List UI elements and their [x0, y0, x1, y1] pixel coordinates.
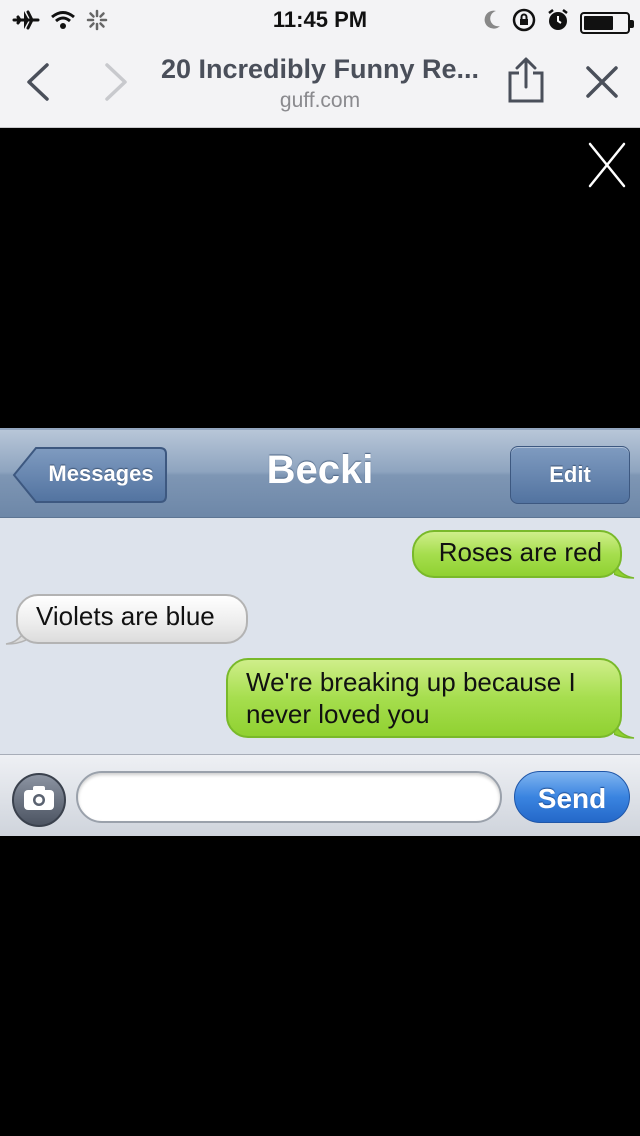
close-tab-button[interactable]	[580, 62, 624, 106]
forward-chevron-icon	[103, 62, 129, 107]
battery-level-fill	[584, 15, 614, 30]
page-title-area[interactable]: 20 Incredibly Funny Re... guff.com	[140, 54, 500, 113]
close-icon	[585, 65, 619, 104]
battery-icon	[580, 11, 634, 34]
message-text-field	[76, 771, 502, 823]
camera-icon	[23, 785, 55, 816]
share-button[interactable]	[504, 57, 548, 104]
viewer-close-button[interactable]	[584, 140, 630, 190]
back-chevron-icon	[25, 62, 51, 107]
send-button: Send	[514, 771, 630, 823]
imessage-nav-bar: Messages Becki Edit	[0, 428, 640, 518]
message-bubble-sent: Roses are red	[412, 530, 622, 578]
edit-button: Edit	[510, 446, 630, 504]
browser-chrome: 11:45 PM 20 Incredibly Funny Re... guff.…	[0, 0, 640, 128]
alarm-icon	[546, 8, 570, 37]
camera-button	[12, 773, 66, 827]
back-button[interactable]	[16, 62, 60, 106]
close-x-icon	[584, 142, 630, 194]
share-icon	[506, 57, 546, 108]
message-bubble-received: Violets are blue	[16, 594, 248, 644]
contact-name: Becki	[266, 448, 374, 492]
messages-back-button: Messages	[12, 446, 168, 504]
page-title: 20 Incredibly Funny Re...	[160, 54, 480, 84]
moon-icon	[482, 9, 502, 36]
status-bar: 11:45 PM	[0, 0, 640, 40]
imessage-screenshot: Messages Becki Edit Roses are red Violet…	[0, 428, 640, 836]
messages-back-label: Messages	[48, 461, 154, 486]
status-right	[482, 8, 634, 37]
browser-nav-bar: 20 Incredibly Funny Re... guff.com	[0, 44, 640, 128]
page-domain: guff.com	[279, 89, 361, 112]
compose-bar: Send	[0, 754, 640, 836]
orientation-lock-icon	[512, 8, 536, 37]
message-bubble-sent: We're breaking up because I never loved …	[226, 658, 622, 738]
send-label: Send	[537, 783, 607, 814]
forward-button[interactable]	[94, 62, 138, 106]
edit-label: Edit	[549, 462, 591, 487]
